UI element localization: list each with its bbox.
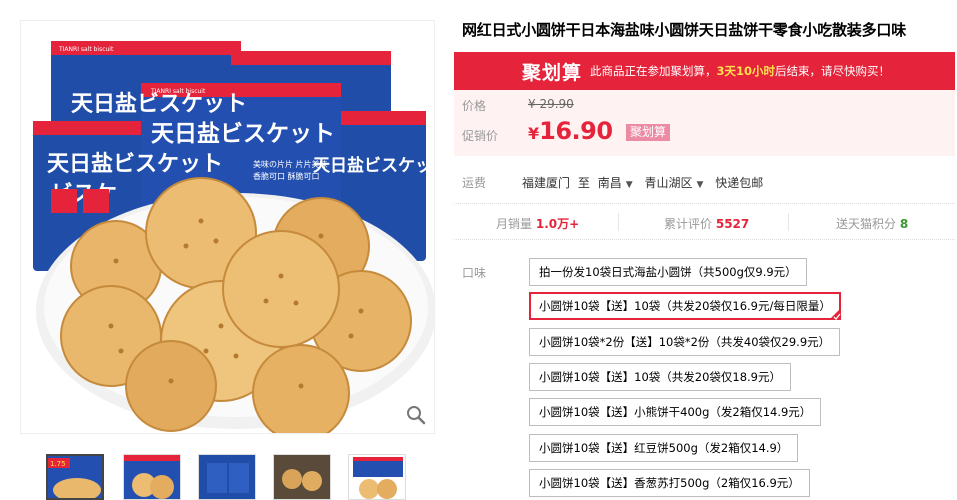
- shipping-label: 运费: [462, 176, 487, 190]
- price-box: 价格 ¥ 29.90 促销价 ¥16.90 聚划算: [454, 90, 955, 156]
- monthly-sales-value: 1.0万+: [535, 217, 580, 231]
- package-strip-text-front: TIANRI salt biscuit: [150, 88, 206, 95]
- flavor-option[interactable]: 小圆饼10袋【送】香葱苏打500g（2箱仅16.9元）: [529, 469, 810, 497]
- promo-notice-prefix: 此商品正在参加聚划算，: [590, 64, 717, 78]
- chevron-down-icon: ▼: [696, 180, 704, 190]
- magnifier-icon[interactable]: [406, 405, 426, 425]
- currency-symbol: ¥: [528, 124, 540, 143]
- ship-from: 福建厦门: [522, 176, 571, 190]
- shipping-value: 福建厦门 至 南昌 ▼ 青山湖区 ▼ 快递包邮: [522, 174, 767, 191]
- product-main-image[interactable]: 天日盐ビスケット 天日盐ビスケット 天日盐ビスケット 天日盐ビスケット ビスケ …: [20, 20, 435, 434]
- flavor-option-selected[interactable]: 小圆饼10袋【送】10袋（共发20袋仅16.9元/每日限量）: [529, 292, 841, 320]
- check-corner-icon: [828, 308, 841, 320]
- tmall-points-value: 8: [899, 217, 909, 231]
- flavor-option[interactable]: 小圆饼10袋*2份【送】10袋*2份（共发40袋仅29.9元）: [529, 328, 841, 356]
- promo-notice-suffix: 后结束，请尽快购买！: [775, 64, 891, 78]
- original-price-label: 价格: [462, 99, 487, 113]
- juhuasuan-logo: 聚划算: [522, 61, 583, 84]
- package-strip-text: TIANRI salt biscuit: [58, 46, 114, 53]
- stats-divider: [618, 213, 619, 231]
- thumbnail-3[interactable]: [198, 454, 256, 500]
- promo-notice: 此商品正在参加聚划算，3天10小时后结束，请尽快购买！: [590, 63, 890, 79]
- district-select[interactable]: 青山湖区 ▼: [644, 176, 707, 190]
- tmall-points-label: 送天猫积分: [836, 217, 897, 231]
- flavor-option[interactable]: 小圆饼10袋【送】10袋（共发20袋仅18.9元）: [529, 363, 792, 391]
- review-count-label: 累计评价: [664, 217, 713, 231]
- biscuit-package-illustration: 天日盐ビスケット 天日盐ビスケット 天日盐ビスケット 天日盐ビスケット ビスケ …: [21, 21, 435, 433]
- flavor-option[interactable]: 小圆饼10袋【送】小熊饼干400g（发2箱仅14.9元）: [529, 398, 822, 426]
- district-label: 青山湖区: [644, 176, 693, 190]
- shipping-method: 快递包邮: [715, 176, 764, 190]
- thumbnail-1[interactable]: 1.75: [46, 454, 104, 500]
- review-count-value: 5527: [715, 217, 750, 231]
- thumbnail-2[interactable]: [123, 454, 181, 500]
- product-title: 网红日式小圆饼干日本海盐味小圆饼天日盐饼干零食小吃散装多口味: [462, 21, 907, 39]
- monthly-sales-label: 月销量: [496, 217, 533, 231]
- juhuasuan-badge: 聚划算: [626, 124, 671, 141]
- stats-divider: [788, 213, 789, 231]
- city-label: 南昌: [597, 176, 622, 190]
- tmall-points: 送天猫积分 8: [836, 215, 908, 232]
- promo-price-label: 促销价: [462, 129, 499, 143]
- package-brand-text-front: 天日盐ビスケット: [151, 121, 335, 147]
- stats-row: 月销量 1.0万+ 累计评价 5527 送天猫积分 8: [454, 203, 955, 240]
- flavor-label: 口味: [462, 266, 487, 280]
- promo-price-value: 16.90: [539, 117, 613, 145]
- package-brand-text: 天日盐ビスケット: [71, 92, 247, 117]
- ship-to-word: 至: [577, 176, 590, 190]
- thumbnail-5[interactable]: [348, 454, 406, 500]
- review-count[interactable]: 累计评价 5527: [664, 215, 749, 232]
- promo-price: ¥16.90: [528, 117, 613, 145]
- monthly-sales: 月销量 1.0万+: [496, 215, 579, 232]
- juhuasuan-promo-bar: 聚划算 此商品正在参加聚划算，3天10小时后结束，请尽快购买！: [454, 52, 955, 90]
- package-small-text-2: 香脆可口 酥脆可口: [253, 171, 320, 181]
- thumbnail-badge: 1.75: [50, 460, 66, 468]
- promo-countdown: 3天10小时: [716, 64, 776, 78]
- thumbnail-strip: 1.75: [46, 454, 416, 500]
- flavor-option[interactable]: 小圆饼10袋【送】红豆饼500g（发2箱仅14.9）: [529, 434, 799, 462]
- city-select[interactable]: 南昌 ▼: [598, 176, 637, 190]
- package-small-text-1: 美味の片片 片片美味: [253, 159, 328, 169]
- thumbnail-4[interactable]: [273, 454, 331, 500]
- package-brand-text-left: 天日盐ビスケット: [47, 152, 223, 177]
- original-price: ¥ 29.90: [528, 97, 574, 111]
- package-brand-text-right: 天日盐ビスケット: [313, 155, 435, 176]
- flavor-option-label: 小圆饼10袋【送】10袋（共发20袋仅16.9元/每日限量）: [539, 299, 831, 313]
- flavor-option[interactable]: 拍一份发10袋日式海盐小圆饼（共500g仅9.9元）: [529, 258, 807, 286]
- chevron-down-icon: ▼: [625, 180, 633, 190]
